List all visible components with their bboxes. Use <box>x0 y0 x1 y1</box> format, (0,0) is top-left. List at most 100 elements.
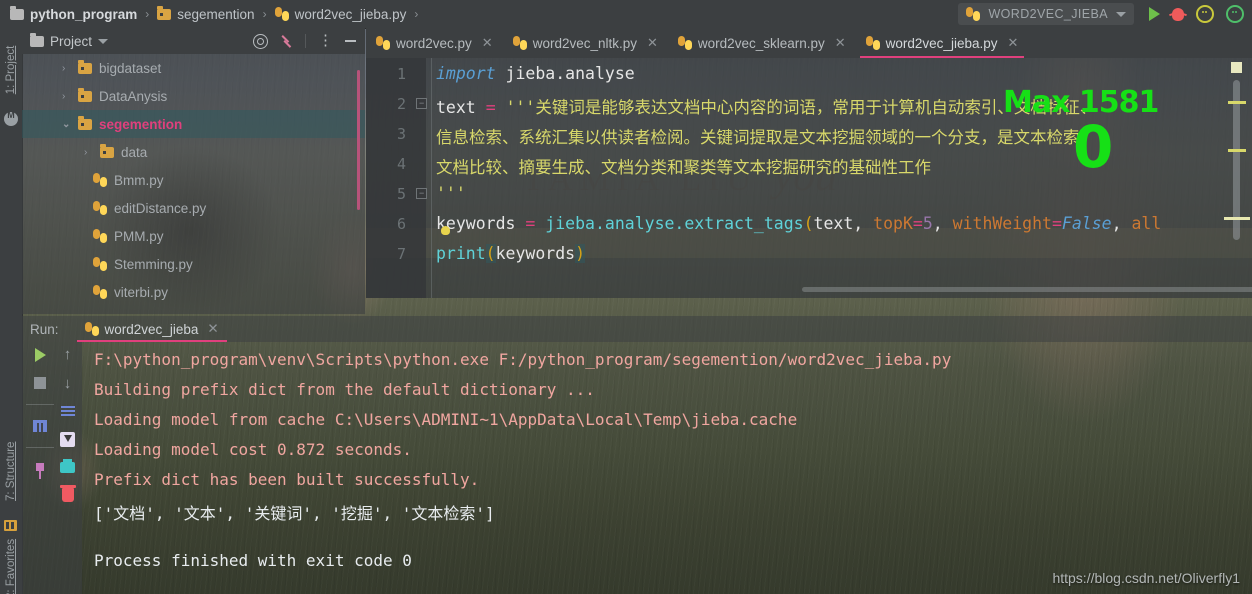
layout-icon[interactable] <box>33 420 47 432</box>
chevron-down-icon[interactable]: ⌄ <box>62 119 71 130</box>
chevron-right-icon[interactable]: › <box>62 63 71 74</box>
options-icon[interactable]: ⋮ <box>318 33 333 48</box>
run-configuration-name: WORD2VEC_JIEBA <box>988 7 1108 21</box>
bug-icon[interactable] <box>1172 7 1184 21</box>
project-tree[interactable]: › bigdataset › DataAnysis ⌄ segemention … <box>22 54 365 314</box>
target-icon[interactable] <box>253 33 268 49</box>
tree-node-stemming[interactable]: Stemming.py <box>22 250 365 278</box>
project-scrollbar[interactable] <box>357 70 360 210</box>
rail-item-project[interactable]: 1: Project <box>5 43 17 97</box>
editor-tab-word2vec-nltk[interactable]: word2vec_nltk.py ✕ <box>503 28 668 58</box>
chevron-down-icon[interactable] <box>98 38 109 44</box>
code-token-chinese-3: 文档比较、摘要生成、文档分类和聚类等文本挖掘研究的基础性工作 <box>436 158 931 177</box>
tree-node-pmm[interactable]: PMM.py <box>22 222 365 250</box>
blog-watermark: https://blog.csdn.net/Oliverfly1 <box>1052 570 1240 586</box>
code-line-6: keywords = jieba.analyse.extract_tags(te… <box>436 214 1161 233</box>
intention-bulb-icon[interactable] <box>441 226 450 235</box>
editor-vertical-scrollbar[interactable] <box>1233 80 1240 240</box>
python-file-icon <box>93 173 107 187</box>
code-token-quote-end: ''' <box>436 184 466 203</box>
rail-item-structure[interactable]: 7: Structure <box>5 442 17 501</box>
code-line-5: ''' <box>436 184 466 203</box>
console-line: Loading model cost 0.872 seconds. <box>94 440 412 459</box>
hide-icon[interactable] <box>345 40 356 42</box>
run-panel-header: Run: word2vec_jieba ✕ <box>22 316 1252 342</box>
code-comma: , <box>853 214 874 233</box>
tree-node-label: DataAnysis <box>99 88 168 104</box>
tree-node-bmm[interactable]: Bmm.py <box>22 166 365 194</box>
chevron-down-icon[interactable] <box>1116 11 1126 17</box>
tree-node-segemention[interactable]: ⌄ segemention <box>22 110 365 138</box>
export-icon[interactable] <box>60 432 75 447</box>
project-panel-header: Project ⋮ <box>22 28 365 54</box>
play-icon[interactable] <box>1149 7 1160 21</box>
structure-icon[interactable] <box>4 520 17 531</box>
pin-icon[interactable] <box>36 463 44 479</box>
run-tab-word2vec-jieba[interactable]: word2vec_jieba ✕ <box>76 316 227 342</box>
tree-node-bigdataset[interactable]: › bigdataset <box>22 54 365 82</box>
close-icon[interactable]: ✕ <box>207 321 218 337</box>
maven-icon[interactable] <box>4 110 18 126</box>
tree-node-editdistance[interactable]: editDistance.py <box>22 194 365 222</box>
clear-all-icon[interactable] <box>59 485 76 502</box>
breadcrumb-label: python_program <box>30 6 138 22</box>
stop-icon[interactable] <box>34 377 46 389</box>
python-file-icon <box>512 36 527 50</box>
editor-tab-word2vec[interactable]: word2vec.py ✕ <box>366 28 503 58</box>
tree-node-label: viterbi.py <box>114 284 169 300</box>
collapse-all-icon[interactable] <box>280 35 293 48</box>
editor-tab-word2vec-sklearn[interactable]: word2vec_sklearn.py ✕ <box>668 28 856 58</box>
code-line-2: text = '''关键词是能够表达文档中心内容的词语，常用于计算机自动索引、文… <box>436 94 1096 118</box>
python-file-icon <box>93 201 107 215</box>
editor-gutter[interactable]: 1 2 3 4 5 6 7 − − <box>366 58 429 298</box>
editor-marker-caret[interactable] <box>1224 217 1250 220</box>
line-number: 1 <box>396 65 406 83</box>
rail-item-favorites[interactable]: 2: Favorites <box>5 539 17 594</box>
top-action-buttons <box>1149 3 1244 25</box>
code-fold-end-icon[interactable]: − <box>416 188 429 201</box>
soft-wrap-icon[interactable] <box>60 406 75 417</box>
python-config-icon <box>966 7 981 21</box>
breadcrumb-item-project[interactable]: python_program <box>10 5 138 22</box>
run-console-output[interactable]: F:\python_program\venv\Scripts\python.ex… <box>82 342 1252 594</box>
breadcrumb-item-folder[interactable]: segemention <box>157 5 255 22</box>
close-icon[interactable]: ✕ <box>1007 35 1018 51</box>
tree-node-dataanysis[interactable]: › DataAnysis <box>22 82 365 110</box>
chevron-right-icon[interactable]: › <box>84 147 93 158</box>
inspection-status-icon[interactable] <box>1231 62 1242 73</box>
folder-yellow-icon <box>157 5 172 20</box>
chevron-right-icon[interactable]: › <box>62 91 71 102</box>
code-token-paren-open: ( <box>485 244 496 263</box>
editor-tab-word2vec-jieba[interactable]: word2vec_jieba.py ✕ <box>856 28 1029 58</box>
coverage-icon[interactable] <box>1196 5 1214 23</box>
close-icon[interactable]: ✕ <box>835 35 846 51</box>
run-configuration-selector[interactable]: WORD2VEC_JIEBA <box>958 3 1134 25</box>
editor-tab-label: word2vec_nltk.py <box>532 35 638 51</box>
run-toolbar-column-left <box>26 348 54 479</box>
profile-icon[interactable] <box>1226 5 1244 23</box>
breadcrumb-item-file[interactable]: word2vec_jieba.py <box>274 6 407 22</box>
folder-yellow-icon <box>78 115 92 130</box>
tree-node-label: editDistance.py <box>114 200 207 216</box>
folder-yellow-icon <box>100 143 114 158</box>
editor-horizontal-scrollbar[interactable] <box>802 287 1252 292</box>
console-line: Prefix dict has been built successfully. <box>94 470 480 489</box>
code-fold-start-icon[interactable]: − <box>416 98 429 111</box>
close-icon[interactable]: ✕ <box>647 35 658 51</box>
tree-node-data[interactable]: › data <box>22 138 365 166</box>
close-icon[interactable]: ✕ <box>482 35 493 51</box>
print-icon[interactable] <box>60 459 75 473</box>
up-arrow-icon[interactable]: ↑ <box>64 347 72 362</box>
tree-node-label: bigdataset <box>99 60 162 76</box>
editor-marker-warning[interactable] <box>1228 101 1246 104</box>
breadcrumb-label: word2vec_jieba.py <box>294 6 407 22</box>
rerun-icon[interactable] <box>34 348 46 362</box>
code-token-value-5: 5 <box>922 214 933 233</box>
tree-node-viterbi[interactable]: viterbi.py <box>22 278 365 306</box>
editor-marker-warning[interactable] <box>1228 149 1246 152</box>
project-panel-title-group[interactable]: Project <box>30 32 109 49</box>
code-token-param-topk: topK <box>873 214 913 233</box>
down-arrow-icon[interactable]: ↓ <box>64 376 72 391</box>
tree-node-label: PMM.py <box>114 228 164 244</box>
